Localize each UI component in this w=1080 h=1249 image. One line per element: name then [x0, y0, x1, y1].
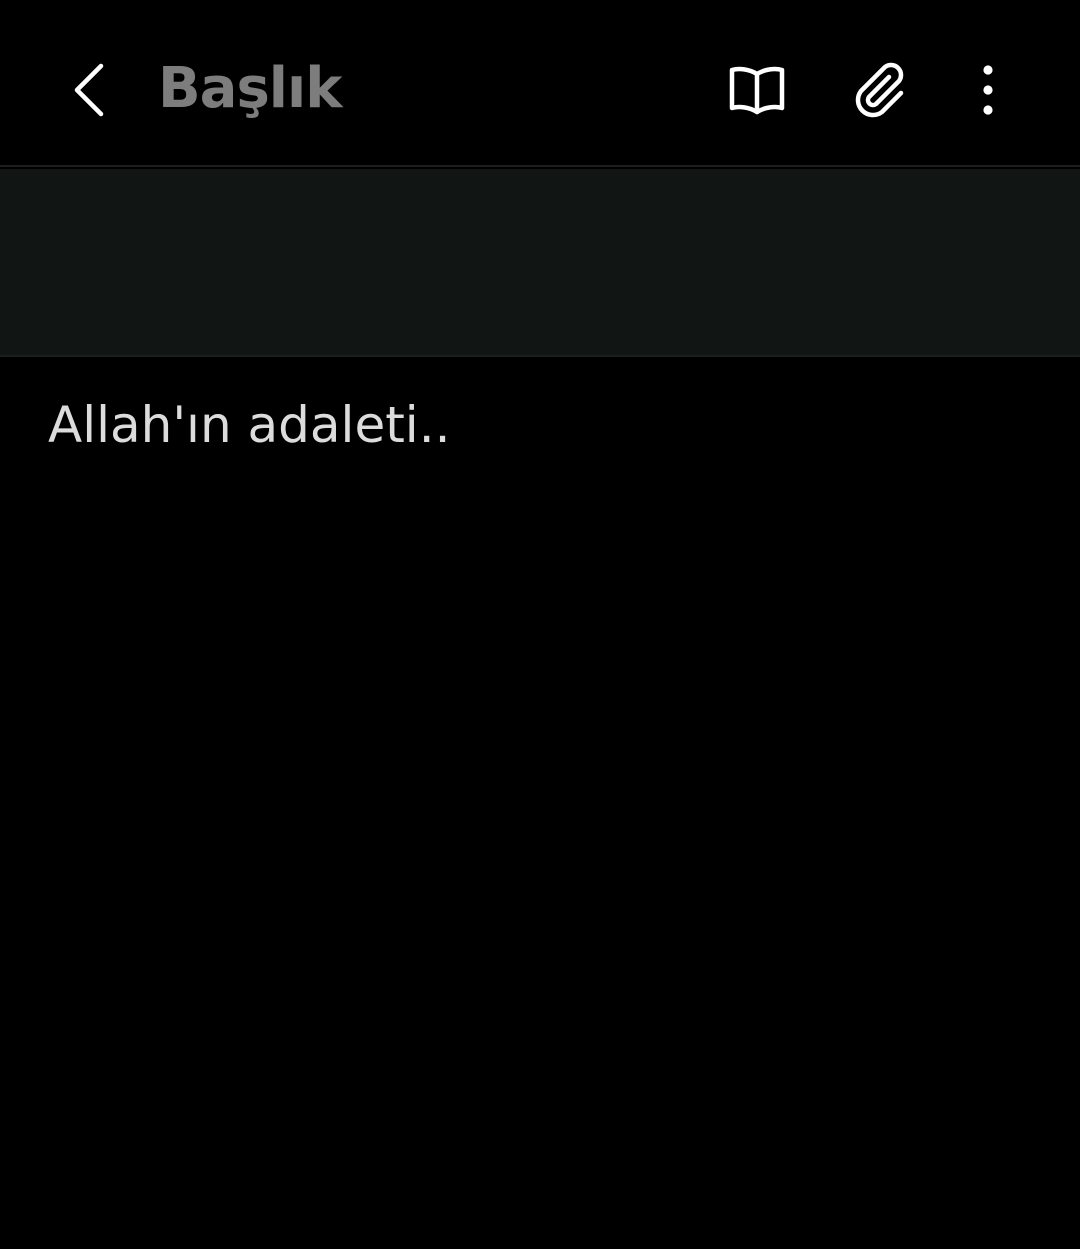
top-app-bar: Başlık [0, 0, 1080, 167]
notes-editor-screen: Başlık Allah'ın adaleti.. [0, 0, 1080, 1249]
back-button[interactable] [56, 50, 122, 130]
more-options-button[interactable] [950, 52, 1026, 128]
open-book-icon [727, 62, 787, 118]
attach-button[interactable] [843, 52, 919, 128]
reading-mode-button[interactable] [719, 52, 795, 128]
note-body-editor[interactable]: Allah'ın adaleti.. [48, 392, 1038, 1192]
vertical-dots-icon [978, 62, 998, 118]
paperclip-icon [851, 60, 911, 120]
formatting-toolbar-area [0, 169, 1080, 357]
note-title-field[interactable]: Başlık [158, 40, 678, 136]
chevron-left-icon [69, 60, 109, 120]
